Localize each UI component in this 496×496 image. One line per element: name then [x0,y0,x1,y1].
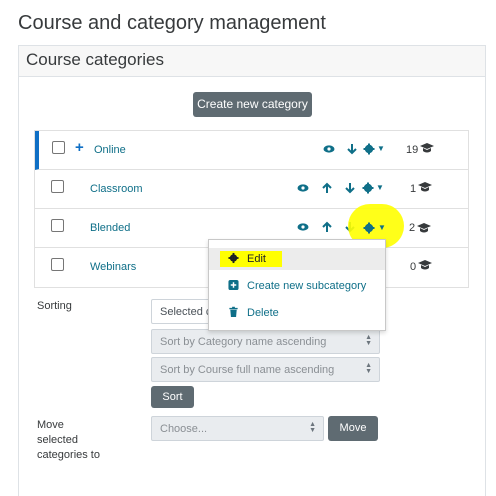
graduation-cap-icon [418,182,432,192]
menu-item-edit[interactable]: Edit [209,248,385,270]
chevron-down-icon[interactable]: ▼ [377,142,385,156]
graduation-cap-icon [420,143,434,153]
menu-item-label: Delete [247,307,279,319]
course-count: 1 [410,183,417,195]
trash-icon [229,306,238,318]
move-label-line: Move [37,419,64,431]
category-checkbox[interactable] [51,180,64,193]
expand-plus-icon[interactable]: + [75,140,84,155]
eye-icon[interactable] [323,142,335,156]
eye-icon[interactable] [297,181,309,195]
gear-icon[interactable] [362,181,374,195]
arrow-down-icon[interactable] [346,142,358,156]
plus-square-icon [228,279,239,291]
menu-item-label: Create new subcategory [247,280,367,292]
category-name-link[interactable]: Classroom [90,183,143,195]
category-checkbox[interactable] [52,141,65,154]
category-actions-menu: Edit Create new subcategory Delete [208,239,386,331]
category-name-link[interactable]: Webinars [90,261,136,273]
select-value: Selected c [160,306,212,318]
select-value: Choose... [160,423,208,435]
move-label-line: selected [37,434,78,446]
panel-header: Course categories [19,46,485,77]
move-label-line: categories to [37,449,100,461]
chevron-down-icon[interactable]: ▼ [376,181,384,195]
select-arrows-icon: ▲ ▼ [365,334,372,347]
sorting-label: Sorting [37,300,72,312]
create-new-category-button[interactable]: Create new category [193,92,312,117]
arrow-up-icon[interactable] [321,220,333,234]
select-arrows-icon: ▲ ▼ [365,362,372,375]
graduation-cap-icon [417,223,431,233]
sort-category-select[interactable]: Sort by Category name ascending ▲ ▼ [151,329,380,354]
select-value: Sort by Category name ascending [160,336,327,348]
arrow-up-icon[interactable] [321,181,333,195]
menu-item-delete[interactable]: Delete [209,302,385,324]
graduation-cap-icon [418,260,432,270]
move-target-select[interactable]: Choose... ▲ ▼ [151,416,324,441]
course-count: 2 [409,222,416,234]
menu-item-label: Edit [247,253,266,265]
category-name-link[interactable]: Online [94,144,126,156]
sort-button[interactable]: Sort [151,386,194,408]
page-title: Course and category management [18,12,326,34]
menu-item-create-subcategory[interactable]: Create new subcategory [209,275,385,297]
category-row-online[interactable]: + Online ▼ 19 [35,131,468,170]
move-label: Move selected categories to [37,418,100,463]
course-count: 0 [410,261,417,273]
gear-icon[interactable] [363,221,375,235]
gear-icon [228,252,239,264]
category-name-link[interactable]: Blended [90,222,130,234]
move-button[interactable]: Move [328,416,378,441]
gear-icon[interactable] [363,142,375,156]
arrow-down-icon[interactable] [344,181,356,195]
select-arrows-icon: ▲ ▼ [309,421,316,434]
chevron-down-icon[interactable]: ▼ [378,221,386,235]
category-checkbox[interactable] [51,219,64,232]
eye-icon[interactable] [297,220,309,234]
sort-course-select[interactable]: Sort by Course full name ascending ▲ ▼ [151,357,380,382]
category-checkbox[interactable] [51,258,64,271]
category-row-classroom[interactable]: Classroom ▼ 1 [35,170,468,209]
select-value: Sort by Course full name ascending [160,364,335,376]
course-count: 19 [406,144,419,156]
